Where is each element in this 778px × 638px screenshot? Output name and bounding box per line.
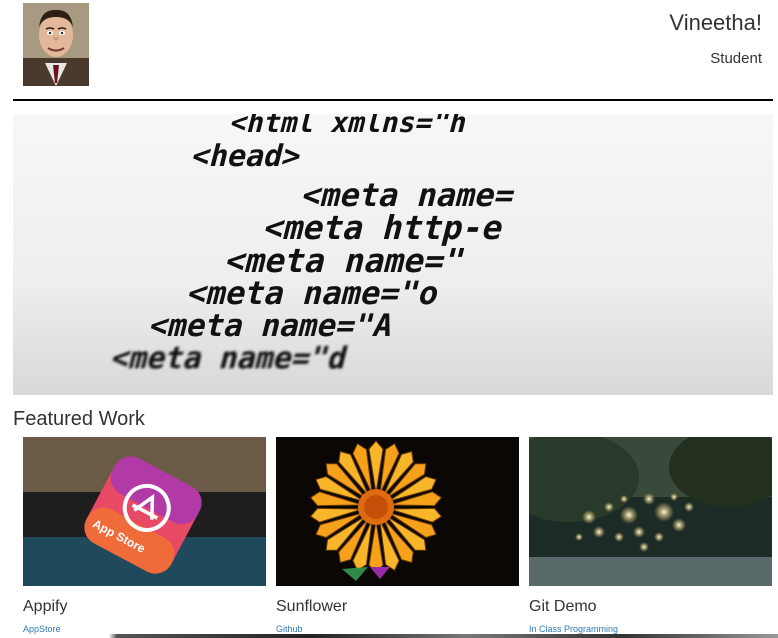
featured-card-link[interactable]: AppStore	[23, 624, 61, 634]
bokeh-lights-image[interactable]	[529, 437, 772, 586]
header-divider	[13, 99, 773, 101]
code-line: <meta name="o	[184, 274, 444, 311]
featured-card-title[interactable]: Appify	[23, 598, 67, 616]
code-line: <html xmlns="h	[227, 114, 471, 139]
profile-role: Student	[710, 50, 762, 67]
featured-card-title[interactable]: Git Demo	[529, 598, 597, 616]
profile-name: Vineetha!	[669, 10, 762, 35]
featured-card-title[interactable]: Sunflower	[276, 598, 347, 616]
hero-banner: <html xmlns="h <head> <meta name= <meta htt…	[13, 114, 773, 395]
avatar	[23, 3, 89, 86]
featured-work-heading: Featured Work	[13, 408, 145, 430]
featured-card-sunflower[interactable]: Sunflower Github	[276, 437, 519, 634]
profile-photo	[23, 3, 89, 86]
featured-card-link[interactable]: In Class Programming	[529, 624, 618, 634]
featured-card-git-demo[interactable]: Git Demo In Class Programming	[529, 437, 772, 634]
code-line: <head>	[188, 139, 305, 173]
code-line: <meta name="A	[146, 308, 397, 343]
sunflower-image[interactable]	[276, 437, 519, 586]
page-header: Vineetha! Student	[0, 0, 778, 100]
code-line: <meta name="d	[108, 341, 351, 375]
featured-card-link[interactable]: Github	[276, 624, 303, 634]
featured-card-appify[interactable]: App Store Appify AppStore	[23, 437, 266, 634]
app-store-icon[interactable]: App Store	[23, 437, 266, 586]
next-section-preview	[0, 634, 778, 638]
html-code-image: <html xmlns="h<head><meta name=<meta htt…	[13, 114, 773, 395]
